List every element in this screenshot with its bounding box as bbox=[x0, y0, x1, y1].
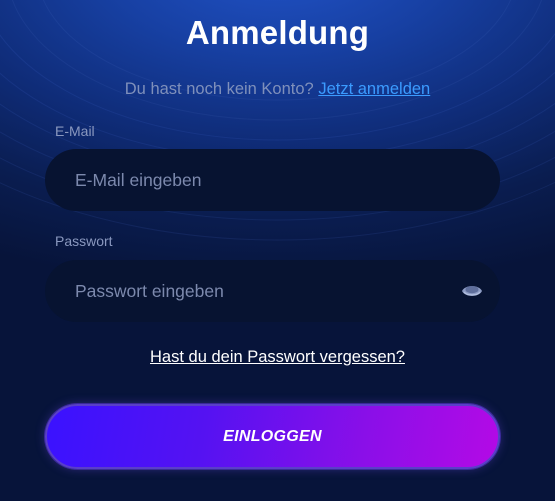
login-button-label: EINLOGGEN bbox=[223, 427, 322, 445]
login-button[interactable]: EINLOGGEN bbox=[45, 404, 500, 469]
password-field[interactable] bbox=[45, 260, 500, 322]
signup-prompt-text: Du hast noch kein Konto? bbox=[124, 80, 314, 98]
email-field-container bbox=[45, 149, 500, 211]
email-label: E-Mail bbox=[55, 123, 95, 139]
forgot-password-row: Hast du dein Passwort vergessen? bbox=[0, 348, 555, 367]
signup-link[interactable]: Jetzt anmelden bbox=[318, 80, 430, 98]
email-field[interactable] bbox=[45, 149, 500, 211]
signup-prompt: Du hast noch kein Konto? Jetzt anmelden bbox=[0, 80, 555, 99]
page-title: Anmeldung bbox=[185, 14, 370, 51]
eye-icon[interactable] bbox=[461, 281, 483, 301]
password-label: Passwort bbox=[55, 233, 113, 249]
forgot-password-link[interactable]: Hast du dein Passwort vergessen? bbox=[150, 348, 405, 366]
password-field-container bbox=[45, 260, 500, 322]
